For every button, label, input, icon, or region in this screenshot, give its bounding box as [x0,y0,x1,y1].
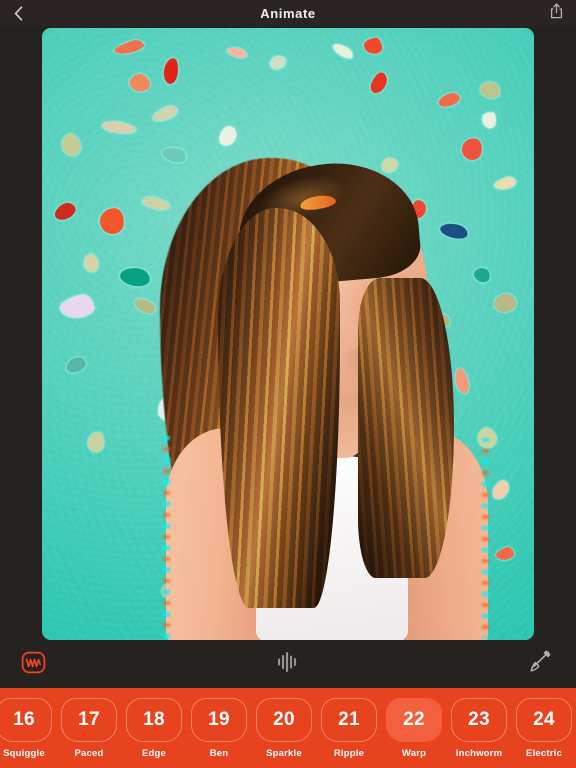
hair-front-texture [218,208,340,608]
preset-item-inchworm[interactable]: 23 Inchworm [447,689,511,759]
portrait-figure [42,28,534,640]
hair-right-texture [358,278,454,578]
preset-number[interactable]: 16 [0,698,52,742]
header-bar: Animate [0,0,576,26]
audio-waveform-icon [277,650,299,679]
preset-item-ben[interactable]: 19 Ben [187,689,251,759]
warp-edge-fringe-left [163,436,170,640]
squiggle-wave-icon [21,650,46,680]
preset-label: Ben [209,748,229,759]
preset-item-squiggle[interactable]: 16 Squiggle [0,689,56,759]
canvas-stage [0,26,576,640]
preset-item-ripple[interactable]: 21 Ripple [317,689,381,759]
preset-number[interactable]: 19 [191,698,247,742]
preset-number[interactable]: 18 [126,698,182,742]
preset-number[interactable]: 17 [61,698,117,742]
preset-number[interactable]: 20 [256,698,312,742]
warp-edge-fringe-right [482,438,489,638]
preset-label: Squiggle [3,748,45,759]
preset-label: Paced [74,748,104,759]
audio-waveform-button[interactable] [265,640,311,689]
share-icon [550,2,563,24]
preset-label: Sparkle [266,748,302,759]
brush-button[interactable] [516,640,562,689]
preset-number[interactable]: 22 [386,698,442,742]
preset-label: Edge [141,748,167,759]
effects-toolbar [0,640,576,689]
preset-item-edge[interactable]: 18 Edge [122,689,186,759]
artwork-canvas[interactable] [42,28,534,640]
preset-item-warp[interactable]: 22 Warp [382,689,446,759]
animation-preset-strip[interactable]: 16 Squiggle 17 Paced 18 Edge 19 Ben 20 Sparkle 21 R… [0,689,576,768]
preset-number[interactable]: 24 [516,698,572,742]
paintbrush-icon [526,649,552,680]
squiggle-effect-button[interactable] [10,640,56,689]
preset-label: Inchworm [455,748,503,759]
preset-item-electric[interactable]: 24 Electric [512,689,576,759]
preset-label: Electric [526,748,562,759]
preset-item-paced[interactable]: 17 Paced [57,689,121,759]
preset-item-sparkle[interactable]: 20 Sparkle [252,689,316,759]
page-title: Animate [260,5,316,21]
preset-number[interactable]: 23 [451,698,507,742]
share-button[interactable] [542,0,570,26]
preset-number[interactable]: 21 [321,698,377,742]
preset-label: Warp [401,748,427,759]
app-root: Animate 16 Squiggle 17 Paced 18 Edge 19 … [0,0,576,768]
preset-track: 16 Squiggle 17 Paced 18 Edge 19 Ben 20 Sparkle 21 R… [0,689,576,768]
preset-label: Ripple [333,748,365,759]
